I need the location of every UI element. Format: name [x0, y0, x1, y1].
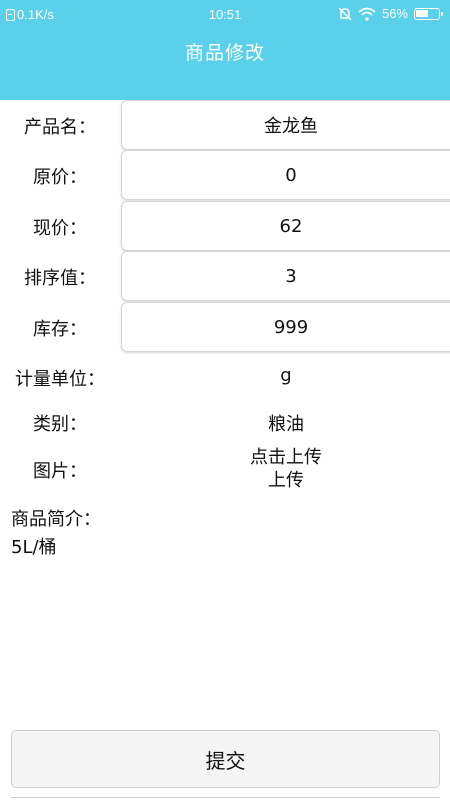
divider [11, 797, 440, 798]
unit-selector[interactable]: g [121, 365, 450, 386]
battery-fill [416, 9, 428, 17]
sort-value-label: 排序值： [24, 268, 96, 289]
sort-value-input[interactable]: 3 [121, 251, 450, 301]
app-header: 商品修改 [0, 30, 450, 100]
unit-label: 计量单位： [15, 369, 105, 390]
silent-icon [338, 6, 352, 21]
category-label: 类别： [33, 414, 87, 435]
page-title: 商品修改 [184, 42, 265, 64]
original-price-input[interactable]: 0 [121, 150, 450, 200]
current-price-label: 现价： [33, 218, 87, 239]
battery-percent: 56% [381, 6, 408, 21]
battery-icon [414, 7, 443, 20]
current-price-input[interactable]: 62 [121, 201, 450, 251]
upload-hint: 点击上传 [250, 447, 322, 468]
upload-label: 上传 [268, 470, 304, 491]
image-label: 图片： [33, 461, 87, 482]
original-price-label: 原价： [33, 167, 87, 188]
stock-label: 库存： [33, 319, 87, 340]
description-text[interactable]: 5L/桶 [11, 533, 57, 559]
category-selector[interactable]: 粮油 [121, 410, 450, 436]
product-name-input[interactable]: 金龙鱼 [121, 100, 450, 150]
image-upload-button[interactable]: 点击上传 上传 [121, 446, 450, 492]
stock-input[interactable]: 999 [121, 302, 450, 352]
status-bar: 0.1K/s 10:51 56% [0, 0, 450, 30]
status-icons: 56% [338, 6, 443, 21]
wifi-icon [358, 7, 376, 21]
description-label: 商品简介： [11, 509, 101, 530]
submit-button[interactable]: 提交 [11, 730, 440, 788]
product-name-label: 产品名： [24, 117, 96, 138]
